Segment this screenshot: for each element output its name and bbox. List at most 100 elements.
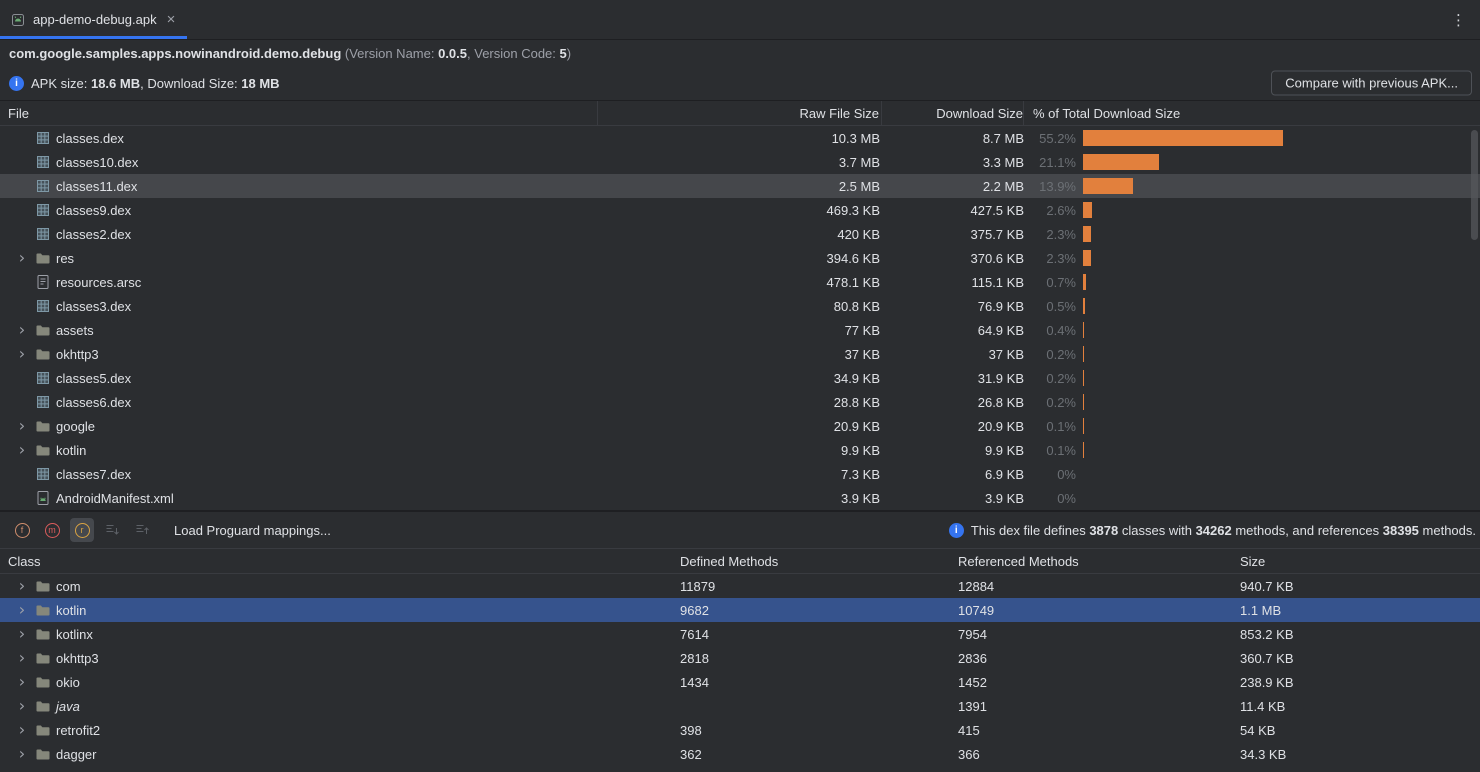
apk-file-icon (10, 12, 26, 28)
class-name: kotlinx (56, 627, 93, 642)
file-row-classes10.dex[interactable]: classes10.dex3.7 MB3.3 MB21.1% (0, 150, 1480, 174)
tab-apk-editor[interactable]: app-demo-debug.apk × (0, 0, 187, 39)
file-row-AndroidManifest.xml[interactable]: AndroidManifest.xml3.9 KB3.9 KB0% (0, 486, 1480, 510)
show-references-toggle[interactable]: r (70, 518, 94, 542)
file-name-cell: classes10.dex (0, 150, 598, 174)
show-fields-icon: f (15, 523, 30, 538)
class-row-kotlinx[interactable]: ›kotlinx76147954853.2 KB (0, 622, 1480, 646)
file-row-google[interactable]: ›google20.9 KB20.9 KB0.1% (0, 414, 1480, 438)
pct-bar-cell (1076, 342, 1480, 366)
defined-methods: 2818 (680, 651, 958, 666)
collapse-all-button[interactable] (130, 518, 154, 542)
file-row-okhttp3[interactable]: ›okhttp337 KB37 KB0.2% (0, 342, 1480, 366)
file-row-classes9.dex[interactable]: classes9.dex469.3 KB427.5 KB2.6% (0, 198, 1480, 222)
file-tree-table: classes.dex10.3 MB8.7 MB55.2%classes10.d… (0, 126, 1480, 510)
show-methods-toggle[interactable]: m (40, 518, 64, 542)
file-row-classes3.dex[interactable]: classes3.dex80.8 KB76.9 KB0.5% (0, 294, 1480, 318)
pct-bar (1083, 154, 1159, 170)
scrollbar-thumb[interactable] (1471, 130, 1478, 240)
file-name: classes11.dex (56, 179, 137, 194)
referenced-methods: 10749 (958, 603, 1240, 618)
download-pct: 0.1% (1024, 419, 1076, 434)
chevron-right-icon[interactable]: › (14, 650, 30, 666)
download-pct: 0.2% (1024, 347, 1076, 362)
load-proguard-link[interactable]: Load Proguard mappings... (174, 523, 331, 538)
chevron-right-icon[interactable]: › (14, 746, 30, 762)
chevron-right-icon[interactable]: › (14, 418, 30, 434)
file-row-classes7.dex[interactable]: classes7.dex7.3 KB6.9 KB0% (0, 462, 1480, 486)
file-name: google (56, 419, 95, 434)
referenced-methods: 366 (958, 747, 1240, 762)
file-row-classes11.dex[interactable]: classes11.dex2.5 MB2.2 MB13.9% (0, 174, 1480, 198)
chevron-right-icon[interactable]: › (14, 626, 30, 642)
dex-info-mid1: classes with (1118, 523, 1195, 538)
pct-bar-cell (1076, 270, 1480, 294)
kebab-menu-icon[interactable]: ⋮ (1451, 11, 1466, 29)
compare-apk-button[interactable]: Compare with previous APK... (1271, 71, 1472, 96)
column-raw-file-size[interactable]: Raw File Size (598, 101, 882, 125)
class-row-okhttp3[interactable]: ›okhttp328182836360.7 KB (0, 646, 1480, 670)
column-size[interactable]: Size (1240, 554, 1480, 569)
download-pct: 0% (1024, 491, 1076, 506)
class-row-dagger[interactable]: ›dagger36236634.3 KB (0, 742, 1480, 766)
column-download-size[interactable]: Download Size (882, 101, 1024, 125)
package-folder-icon (35, 602, 51, 618)
referenced-methods: 1452 (958, 675, 1240, 690)
chevron-right-icon[interactable]: › (14, 346, 30, 362)
version-code-value: 5 (560, 46, 567, 61)
chevron-right-icon[interactable]: › (14, 442, 30, 458)
download-size-label: , Download Size: (140, 76, 241, 91)
column-file[interactable]: File (0, 101, 598, 125)
file-row-classes6.dex[interactable]: classes6.dex28.8 KB26.8 KB0.2% (0, 390, 1480, 414)
file-name: classes9.dex (56, 203, 131, 218)
class-size: 853.2 KB (1240, 627, 1480, 642)
pct-bar-cell (1076, 462, 1480, 486)
file-row-assets[interactable]: ›assets77 KB64.9 KB0.4% (0, 318, 1480, 342)
file-name-cell: classes5.dex (0, 366, 598, 390)
column-defined-methods[interactable]: Defined Methods (680, 554, 958, 569)
chevron-right-icon[interactable]: › (14, 674, 30, 690)
file-row-kotlin[interactable]: ›kotlin9.9 KB9.9 KB0.1% (0, 438, 1480, 462)
file-name-cell: ›res (0, 246, 598, 270)
download-pct: 0.7% (1024, 275, 1076, 290)
close-icon[interactable]: × (167, 12, 176, 27)
class-row-okio[interactable]: ›okio14341452238.9 KB (0, 670, 1480, 694)
column-class[interactable]: Class (0, 554, 680, 569)
chevron-right-icon[interactable]: › (14, 722, 30, 738)
file-name: classes5.dex (56, 371, 131, 386)
file-row-classes5.dex[interactable]: classes5.dex34.9 KB31.9 KB0.2% (0, 366, 1480, 390)
class-row-com[interactable]: ›com1187912884940.7 KB (0, 574, 1480, 598)
file-row-resources.arsc[interactable]: resources.arsc478.1 KB115.1 KB0.7% (0, 270, 1480, 294)
file-name-cell: classes3.dex (0, 294, 598, 318)
raw-file-size: 77 KB (598, 323, 882, 338)
file-row-classes.dex[interactable]: classes.dex10.3 MB8.7 MB55.2% (0, 126, 1480, 150)
show-fields-toggle[interactable]: f (10, 518, 34, 542)
file-name: classes.dex (56, 131, 124, 146)
pct-bar (1083, 130, 1283, 146)
class-name: java (56, 699, 80, 714)
expand-all-button[interactable] (100, 518, 124, 542)
class-name: okio (56, 675, 80, 690)
apk-size-text: APK size: 18.6 MB, Download Size: 18 MB (31, 76, 280, 91)
column-referenced-methods[interactable]: Referenced Methods (958, 554, 1240, 569)
defined-methods: 11879 (680, 579, 958, 594)
dex-references-count: 38395 (1383, 523, 1419, 538)
dex-methods-count: 34262 (1196, 523, 1232, 538)
file-row-res[interactable]: ›res394.6 KB370.6 KB2.3% (0, 246, 1480, 270)
column-pct-of-total[interactable]: % of Total Download Size (1024, 101, 1480, 125)
download-size: 31.9 KB (882, 371, 1024, 386)
chevron-right-icon[interactable]: › (14, 578, 30, 594)
file-name: resources.arsc (56, 275, 141, 290)
chevron-right-icon[interactable]: › (14, 322, 30, 338)
chevron-right-icon[interactable]: › (14, 250, 30, 266)
pct-bar-cell (1076, 174, 1480, 198)
pct-bar (1083, 298, 1085, 314)
class-row-kotlin[interactable]: ›kotlin9682107491.1 MB (0, 598, 1480, 622)
pct-bar-cell (1076, 198, 1480, 222)
chevron-right-icon[interactable]: › (14, 602, 30, 618)
class-row-retrofit2[interactable]: ›retrofit239841554 KB (0, 718, 1480, 742)
chevron-right-icon[interactable]: › (14, 698, 30, 714)
class-row-java[interactable]: ›java139111.4 KB (0, 694, 1480, 718)
file-row-classes2.dex[interactable]: classes2.dex420 KB375.7 KB2.3% (0, 222, 1480, 246)
file-name-cell: resources.arsc (0, 270, 598, 294)
